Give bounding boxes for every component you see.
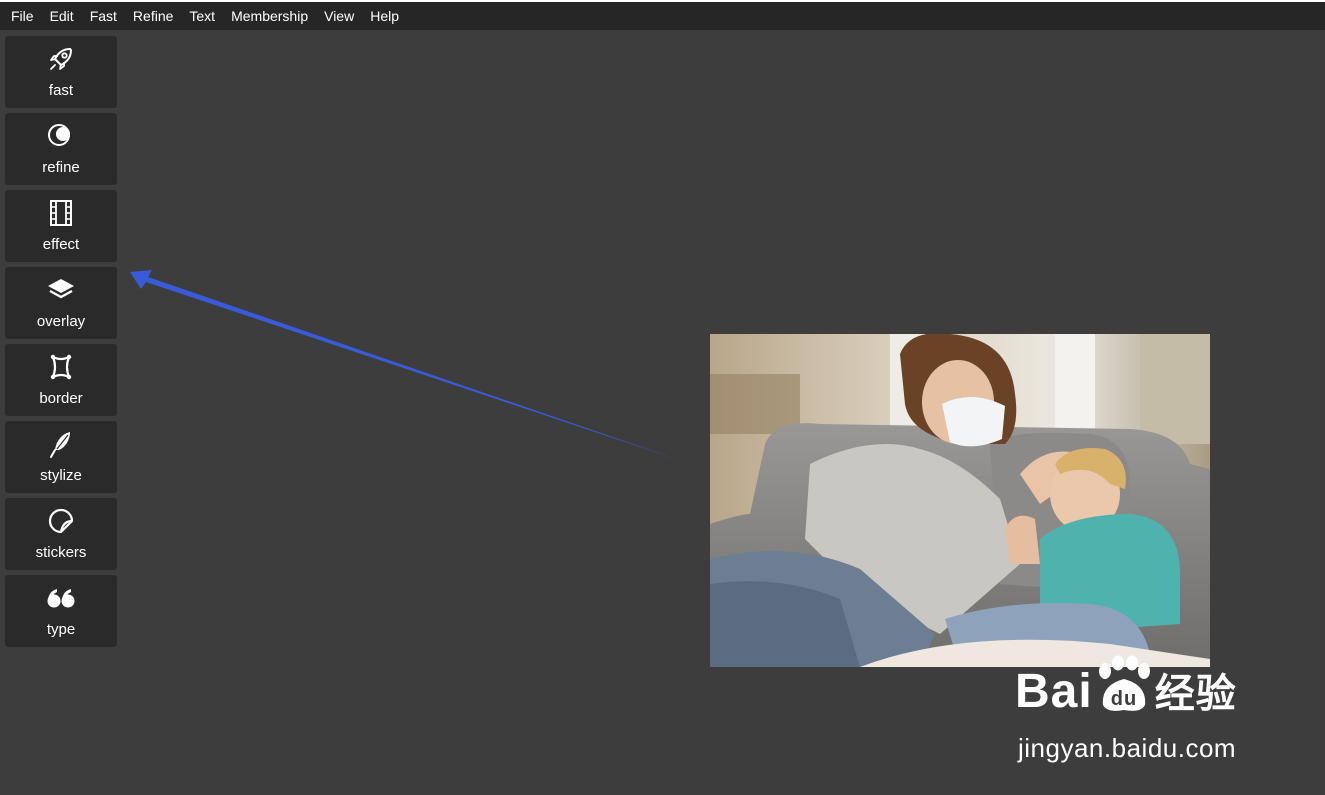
watermark-logo-du: du [1110,688,1136,710]
tool-label: refine [42,159,80,176]
watermark-logo-bai: Bai [1015,665,1093,718]
paw-icon: du [1098,655,1150,711]
frame-icon [46,352,76,382]
menu-refine[interactable]: Refine [125,8,181,24]
sticker-icon [46,506,76,536]
menu-bar: File Edit Fast Refine Text Membership Vi… [0,2,1325,30]
menu-membership[interactable]: Membership [223,8,316,24]
tool-stylize[interactable]: stylize [5,421,117,493]
tool-label: stylize [40,467,82,484]
tool-overlay[interactable]: overlay [5,267,117,339]
tool-label: overlay [36,313,86,330]
circles-icon [46,121,76,151]
watermark-logo: Bai du 经验 [1015,655,1237,719]
tool-effect[interactable]: effect [5,190,117,262]
tool-label: type [46,621,76,638]
menu-text[interactable]: Text [181,8,223,24]
menu-file[interactable]: File [0,8,42,24]
layers-icon [46,275,76,305]
baidu-watermark: Bai du 经验 jingyan.baidu.com [1015,655,1305,765]
menu-view[interactable]: View [316,8,362,24]
tool-sidebar: fast refine effect overlay border styliz… [5,36,117,652]
tool-label: effect [42,236,80,253]
tool-fast[interactable]: fast [5,36,117,108]
film-icon [46,198,76,228]
quote-icon [45,583,77,613]
tool-border[interactable]: border [5,344,117,416]
menu-help[interactable]: Help [362,8,407,24]
rocket-icon [46,44,76,74]
tool-label: stickers [35,544,87,561]
feather-icon [46,429,76,459]
watermark-logo-cn: 经验 [1154,672,1237,716]
canvas-photo[interactable] [710,334,1210,667]
tool-label: border [39,390,83,407]
watermark-url: jingyan.baidu.com [1018,733,1237,763]
tool-type[interactable]: type [5,575,117,647]
tool-refine[interactable]: refine [5,113,117,185]
tool-stickers[interactable]: stickers [5,498,117,570]
photo-illustration [710,334,1210,667]
menu-fast[interactable]: Fast [82,8,125,24]
menu-edit[interactable]: Edit [42,8,82,24]
tool-label: fast [48,82,74,99]
